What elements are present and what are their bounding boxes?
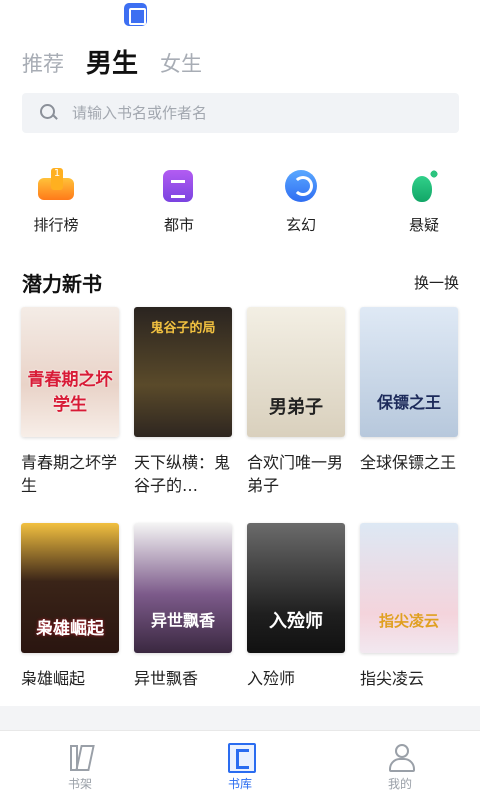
book-card[interactable]: 男弟子 合欢门唯一男弟子 (247, 307, 345, 497)
app-icon (124, 3, 147, 26)
book-card[interactable]: 青春期之坏学生 青春期之坏学生 (21, 307, 119, 497)
book-title[interactable]: 全球保镖之王 (360, 451, 464, 474)
category-mystery[interactable]: 悬疑 (384, 160, 464, 235)
category-city[interactable]: 都市 (139, 160, 219, 235)
book-card[interactable]: 入殓师 入殓师 (247, 523, 345, 690)
city-icon (159, 166, 199, 206)
book-cover[interactable]: 男弟子 (247, 307, 345, 437)
refresh-button[interactable]: 换一换 (414, 272, 459, 293)
book-title[interactable]: 异世飘香 (134, 667, 238, 690)
cover-title: 保镖之王 (376, 393, 441, 412)
library-icon (227, 743, 256, 773)
cover-title: 枭雄崛起 (36, 619, 104, 639)
book-title[interactable]: 青春期之坏学生 (21, 451, 125, 497)
cover-title: 鬼谷子的局 (150, 321, 216, 336)
book-cover[interactable]: 保镖之王 (360, 307, 458, 437)
search-bar[interactable] (22, 93, 459, 133)
section-title: 潜力新书 (22, 272, 102, 296)
category-row: 排行榜 都市 玄幻 悬疑 (0, 160, 480, 240)
book-title[interactable]: 入殓师 (247, 667, 351, 690)
cover-title: 异世飘香 (150, 611, 215, 630)
nav-label: 书库 (227, 777, 252, 791)
book-card[interactable]: 枭雄崛起 枭雄崛起 (21, 523, 119, 690)
search-icon (40, 104, 58, 122)
book-cover[interactable]: 枭雄崛起 (21, 523, 119, 653)
nav-profile[interactable]: 我的 (320, 731, 480, 800)
section-divider (0, 706, 480, 730)
nav-library[interactable]: 书库 (160, 731, 320, 800)
book-cover[interactable]: 青春期之坏学生 (21, 307, 119, 437)
top-tab-bar: 推荐 男生 女生 (22, 40, 224, 82)
category-ranking[interactable]: 排行榜 (16, 160, 96, 235)
book-title[interactable]: 天下纵横：鬼谷子的… (134, 451, 238, 497)
section-header: 潜力新书 换一换 (22, 268, 459, 297)
tab-female[interactable]: 女生 (160, 46, 202, 82)
book-cover[interactable]: 入殓师 (247, 523, 345, 653)
book-title[interactable]: 合欢门唯一男弟子 (247, 451, 351, 497)
yin-yang-icon (281, 166, 321, 206)
cover-title: 青春期之坏学生 (27, 370, 113, 415)
tab-recommend[interactable]: 推荐 (22, 46, 64, 82)
cover-title: 指尖凌云 (378, 612, 439, 630)
book-cover[interactable]: 异世飘香 (134, 523, 232, 653)
category-fantasy[interactable]: 玄幻 (261, 160, 341, 235)
book-cover[interactable]: 指尖凌云 (360, 523, 458, 653)
search-input[interactable] (72, 104, 432, 122)
book-card[interactable]: 鬼谷子的局 天下纵横：鬼谷子的… (134, 307, 232, 497)
cover-title: 入殓师 (269, 611, 323, 632)
category-label: 悬疑 (408, 216, 439, 234)
trophy-icon (36, 166, 76, 206)
category-label: 排行榜 (33, 216, 79, 234)
category-label: 玄幻 (285, 216, 316, 234)
bottom-nav: 书架 书库 我的 (0, 730, 480, 800)
book-card[interactable]: 指尖凌云 指尖凌云 (360, 523, 458, 690)
book-title[interactable]: 枭雄崛起 (21, 667, 125, 690)
nav-label: 我的 (387, 777, 412, 791)
footprint-icon (404, 166, 444, 206)
profile-icon (387, 743, 415, 772)
book-title[interactable]: 指尖凌云 (360, 667, 464, 690)
book-card[interactable]: 异世飘香 异世飘香 (134, 523, 232, 690)
book-cover[interactable]: 鬼谷子的局 (134, 307, 232, 437)
nav-label: 书架 (67, 777, 92, 791)
book-card[interactable]: 保镖之王 全球保镖之王 (360, 307, 458, 474)
tab-male[interactable]: 男生 (86, 46, 138, 82)
category-label: 都市 (163, 216, 194, 234)
bookshelf-icon (67, 743, 93, 771)
cover-title: 男弟子 (269, 397, 323, 418)
nav-bookshelf[interactable]: 书架 (0, 731, 160, 800)
